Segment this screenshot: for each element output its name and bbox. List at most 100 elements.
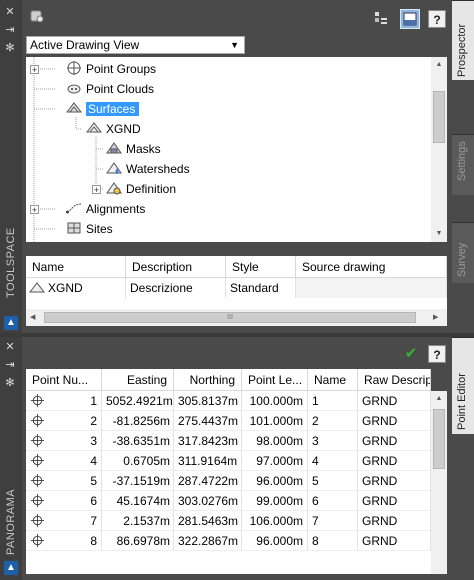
cell-point-number[interactable]: 6 [26,491,102,511]
table-row[interactable]: 6 45.1674m 303.0276m 99.000m 6 GRND [26,491,431,511]
tree-item-masks[interactable]: Masks [106,139,161,159]
tree-item-xgnd[interactable]: XGND [86,119,141,139]
tab-point-editor[interactable]: Point Editor [452,337,474,434]
table-row[interactable]: 8 86.6978m 322.2867m 96.000m 8 GRND [26,531,431,551]
cell-point-elevation[interactable]: 100.000m [242,391,308,411]
help-button[interactable]: ? [428,345,446,363]
cell-point-elevation[interactable]: 106.000m [242,511,308,531]
scroll-up-icon[interactable]: ▲ [431,57,447,73]
scroll-thumb[interactable] [433,409,445,469]
table-row[interactable]: 5 -37.1519m 287.4722m 96.000m 5 GRND [26,471,431,491]
cell-name[interactable]: 1 [308,391,358,411]
cell-point-number[interactable]: 2 [26,411,102,431]
cell-northing[interactable]: 322.2867m [174,531,242,551]
cell-easting[interactable]: 0.6705m [102,451,174,471]
cell-point-elevation[interactable]: 98.000m [242,431,308,451]
help-button[interactable]: ? [428,10,446,28]
toggle-item-view-icon[interactable] [372,10,390,28]
properties-gear-icon[interactable]: ✻ [4,377,16,389]
scroll-thumb[interactable] [433,91,445,143]
table-row[interactable]: 2 -81.8256m 275.4437m 101.000m 2 GRND [26,411,431,431]
cell-name[interactable]: 4 [308,451,358,471]
tree-vertical-scrollbar[interactable]: ▲ ▼ [431,57,447,242]
column-header-style[interactable]: Style [226,256,296,278]
cell-point-number[interactable]: 8 [26,531,102,551]
table-row[interactable]: 3 -38.6351m 317.8423m 98.000m 3 GRND [26,431,431,451]
item-view-toggle-button[interactable] [400,9,420,29]
cell-point-elevation[interactable]: 101.000m [242,411,308,431]
cell-point-number[interactable]: 5 [26,471,102,491]
toolspace-options-icon[interactable] [28,8,46,26]
cell-easting[interactable]: 86.6978m [102,531,174,551]
scroll-left-icon[interactable]: ◀ [30,309,35,326]
scroll-thumb[interactable]: III [44,312,416,323]
autohide-icon[interactable]: ⇥ [4,359,16,371]
cell-easting[interactable]: 2.1537m [102,511,174,531]
cell-point-number[interactable]: 4 [26,451,102,471]
column-header-name[interactable]: Name [308,369,358,391]
point-editor-grid[interactable]: Point Nu... Easting Northing Point Le...… [26,369,431,574]
cell-point-elevation[interactable]: 99.000m [242,491,308,511]
cell-northing[interactable]: 281.5463m [174,511,242,531]
list-item[interactable]: XGND Descrizione Standard [26,278,447,298]
autohide-icon[interactable]: ⇥ [4,24,16,36]
tree-item-alignments[interactable]: Alignments [66,199,145,219]
tree-item-sites[interactable]: Sites [66,219,113,239]
prospector-tree[interactable]: + + + Point Groups Point Clouds Surfaces… [26,57,431,242]
grid-vertical-scrollbar[interactable]: ▲ [431,391,447,574]
cell-easting[interactable]: 5052.4921m [102,391,174,411]
cell-northing[interactable]: 317.8423m [174,431,242,451]
column-header-point-number[interactable]: Point Nu... [26,369,102,391]
scroll-right-icon[interactable]: ▶ [433,309,438,326]
tree-item-point-groups[interactable]: Point Groups [66,59,156,79]
cell-easting[interactable]: -37.1519m [102,471,174,491]
cell-point-number[interactable]: 1 [26,391,102,411]
tree-item-watersheds[interactable]: Watersheds [106,159,190,179]
cell-raw-description[interactable]: GRND [358,411,431,431]
item-list-view[interactable]: Name Description Style Source drawing XG… [26,256,447,309]
cell-easting[interactable]: -38.6351m [102,431,174,451]
close-icon[interactable]: ✕ [4,6,16,18]
tree-item-definition[interactable]: Definition [106,179,176,199]
column-header-northing[interactable]: Northing [174,369,242,391]
scroll-down-icon[interactable]: ▼ [431,226,447,242]
cell-northing[interactable]: 303.0276m [174,491,242,511]
cell-raw-description[interactable]: GRND [358,471,431,491]
column-header-description[interactable]: Description [126,256,226,278]
expand-definition-icon[interactable]: + [92,185,101,195]
cell-name[interactable]: 5 [308,471,358,491]
cell-raw-description[interactable]: GRND [358,391,431,411]
column-header-point-elevation[interactable]: Point Le... [242,369,308,391]
list-horizontal-scrollbar[interactable]: ◀ III ▶ [26,309,447,326]
cell-raw-description[interactable]: GRND [358,531,431,551]
cell-northing[interactable]: 305.8137m [174,391,242,411]
table-row[interactable]: 7 2.1537m 281.5463m 106.000m 7 GRND [26,511,431,531]
cell-name[interactable]: 7 [308,511,358,531]
cell-easting[interactable]: 45.1674m [102,491,174,511]
expand-alignments-icon[interactable]: + [30,205,39,215]
column-header-source-drawing[interactable]: Source drawing [296,256,447,278]
cell-point-elevation[interactable]: 96.000m [242,531,308,551]
cell-northing[interactable]: 275.4437m [174,411,242,431]
cell-name[interactable]: 6 [308,491,358,511]
scroll-up-icon[interactable]: ▲ [431,391,447,407]
properties-gear-icon[interactable]: ✻ [4,42,16,54]
table-row[interactable]: 4 0.6705m 311.9164m 97.000m 4 GRND [26,451,431,471]
tree-item-surfaces[interactable]: Surfaces [66,99,140,119]
cell-name[interactable]: 8 [308,531,358,551]
expand-point-groups-icon[interactable]: + [30,65,39,75]
close-icon[interactable]: ✕ [4,341,16,353]
column-header-easting[interactable]: Easting [102,369,174,391]
cell-raw-description[interactable]: GRND [358,511,431,531]
tab-settings[interactable]: Settings [452,134,474,195]
commit-changes-checkmark-icon[interactable]: ✔ [402,345,420,363]
tab-prospector[interactable]: Prospector [452,0,474,81]
tab-survey[interactable]: Survey [452,222,474,283]
table-row[interactable]: 1 5052.4921m 305.8137m 100.000m 1 GRND [26,391,431,411]
cell-northing[interactable]: 311.9164m [174,451,242,471]
cell-raw-description[interactable]: GRND [358,431,431,451]
cell-northing[interactable]: 287.4722m [174,471,242,491]
column-header-raw-description[interactable]: Raw Descript [358,369,431,391]
cell-raw-description[interactable]: GRND [358,451,431,471]
cell-point-elevation[interactable]: 96.000m [242,471,308,491]
